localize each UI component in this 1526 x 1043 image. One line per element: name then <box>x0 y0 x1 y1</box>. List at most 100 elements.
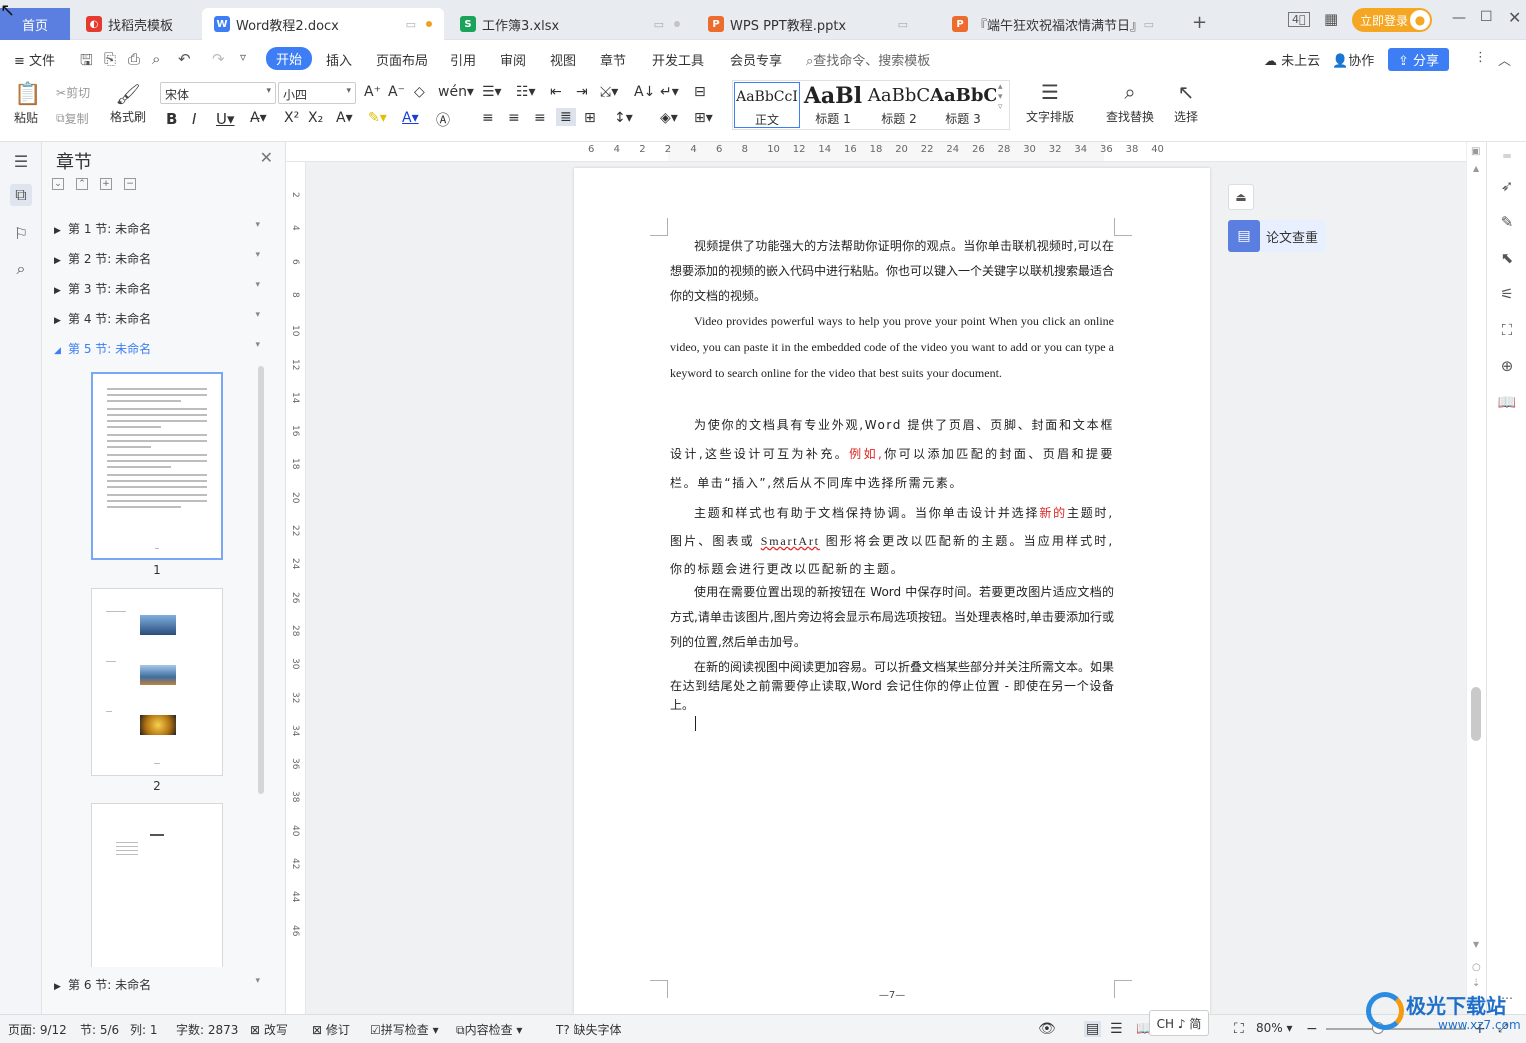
dropdown-icon[interactable]: ▾ <box>255 340 260 350</box>
book-icon[interactable]: 📖 <box>1497 392 1517 412</box>
italic-icon[interactable]: I <box>192 110 196 128</box>
shading-icon[interactable]: ◈▾ <box>660 110 678 126</box>
tab-review[interactable]: 审阅 <box>500 50 526 69</box>
collab-button[interactable]: 👤协作 <box>1332 50 1374 69</box>
ime-indicator[interactable]: CH ♪ 简 <box>1149 1010 1209 1036</box>
screen-icon[interactable]: 4⃞ <box>1288 12 1310 27</box>
line-spacing-icon[interactable]: ↕▾ <box>614 110 633 126</box>
nav-section-1[interactable]: ▶ 第 1 节: 未命名 ▾ <box>54 220 264 237</box>
eye-icon[interactable]: 👁 <box>1038 1021 1056 1037</box>
command-search[interactable]: ⌕查找命令、搜索模板 <box>806 50 930 69</box>
collapse-side-icon[interactable]: ⏏ <box>1228 184 1254 210</box>
bullet-list-icon[interactable]: ☰▾ <box>482 84 502 100</box>
chinese-layout-icon[interactable]: ⤩▾ <box>600 84 618 100</box>
nav-scrollbar[interactable] <box>258 366 264 794</box>
maximize-icon[interactable]: ☐ <box>1480 9 1493 25</box>
find-replace-button[interactable]: ⌕ 查找替换 <box>1106 80 1154 125</box>
tab-developer[interactable]: 开发工具 <box>652 50 704 69</box>
rewrite-toggle[interactable]: ⊠ 改写 <box>250 1021 288 1038</box>
scroll-top-icon[interactable]: ▣ <box>1471 146 1480 157</box>
more-icon[interactable]: ⋮ <box>1474 50 1487 65</box>
close-dot-icon[interactable] <box>674 21 680 27</box>
collapse-all-icon[interactable]: ⌄ <box>52 178 64 190</box>
text-effect-icon[interactable]: A▾ <box>336 110 353 126</box>
paste-button[interactable]: 📋 粘贴 <box>14 82 41 126</box>
remove-section-icon[interactable]: − <box>124 178 136 190</box>
grid-icon[interactable]: ▦ <box>1324 10 1338 28</box>
undo-icon[interactable]: ↶ <box>178 50 191 68</box>
column-indicator[interactable]: 列: 1 <box>130 1021 158 1038</box>
add-section-icon[interactable]: + <box>100 178 112 190</box>
nav-section-4[interactable]: ▶ 第 4 节: 未命名 ▾ <box>54 310 264 327</box>
dropdown-icon[interactable]: ▾ <box>255 250 260 260</box>
minimize-icon[interactable]: — <box>1452 10 1466 26</box>
document-scrollbar[interactable]: ▣ ▲ ▼ ○ ⇣ <box>1466 142 1486 1014</box>
compass-icon[interactable]: ⊕ <box>1497 356 1517 376</box>
style-heading-3[interactable]: AaBbC 标题 3 <box>930 82 996 128</box>
subscript-icon[interactable]: X₂ <box>308 110 323 126</box>
phonetic-icon[interactable]: wén▾ <box>438 84 474 100</box>
spell-check-button[interactable]: ☑拼写检查 ▾ <box>370 1021 439 1038</box>
rocket-icon[interactable]: ➶ <box>1497 176 1517 196</box>
font-family-select[interactable]: 宋体 ▾ <box>160 82 276 104</box>
nav-section-3[interactable]: ▶ 第 3 节: 未命名 ▾ <box>54 280 264 297</box>
content-check-button[interactable]: ⧉内容检查 ▾ <box>456 1021 522 1038</box>
vertical-ruler[interactable]: 2 4 6 8 10 12 14 16 18 20 22 24 26 28 30 32 34 36 38 40 42 44… <box>286 162 306 1014</box>
nav-section-5[interactable]: ◢ 第 5 节: 未命名 ▾ <box>54 340 264 357</box>
monitor-icon[interactable]: ▭ <box>1144 18 1154 31</box>
monitor-icon[interactable]: ▭ <box>898 18 908 31</box>
char-border-icon[interactable]: Ⓐ <box>436 110 450 130</box>
spell-error-text[interactable]: SmartArt <box>761 534 820 548</box>
collapse-ribbon-icon[interactable]: ︿ <box>1498 50 1511 69</box>
monitor-icon[interactable]: ▭ <box>654 18 664 31</box>
tab-insert[interactable]: 插入 <box>326 50 352 69</box>
decrease-indent-icon[interactable]: ⇤ <box>550 84 562 100</box>
preview-icon[interactable]: ⌕ <box>152 50 160 68</box>
align-right-icon[interactable]: ≡ <box>534 110 546 126</box>
file-menu[interactable]: ≡ 文件 <box>14 50 55 69</box>
monitor-icon[interactable]: ▭ <box>406 18 416 31</box>
close-icon[interactable]: ✕ <box>260 148 273 167</box>
page-thumbnail-3[interactable] <box>91 803 223 967</box>
dropdown-icon[interactable]: ▾ <box>255 220 260 230</box>
style-scroll-icon[interactable]: ▴ ▾ ▿ <box>998 82 1003 112</box>
zoom-out-icon[interactable]: − <box>1306 1021 1318 1037</box>
document-page[interactable]: 视频提供了功能强大的方法帮助你证明你的观点。当你单击联机视频时,可以在想要添加的… <box>574 168 1210 1014</box>
tab-ppt-festival[interactable]: P 『端午狂欢祝福浓情满节日』 ▭ <box>940 8 1182 40</box>
tab-excel[interactable]: S 工作簿3.xlsx ▭ <box>448 8 692 40</box>
cloud-status-button[interactable]: ☁ 未上云 <box>1264 50 1320 69</box>
horizontal-ruler[interactable]: 6 4 2 2 4 6 8 10 12 14 16 18 20 22 24 26 28 30 32 34 36 38 40 <box>286 142 1466 162</box>
outline-view-icon[interactable]: ☰ <box>1110 1021 1123 1037</box>
outline-icon[interactable]: ☰ <box>10 150 32 172</box>
font-size-select[interactable]: 小四 ▾ <box>278 82 356 104</box>
highlight-icon[interactable]: ✎▾ <box>368 110 387 126</box>
cut-button[interactable]: ✂ 剪切 <box>56 84 90 101</box>
tab-chapter[interactable]: 章节 <box>600 50 626 69</box>
save-icon[interactable]: 🖫 <box>80 50 93 75</box>
missing-font-button[interactable]: T? 缺失字体 <box>556 1021 622 1038</box>
tab-home-ribbon[interactable]: 开始 <box>266 47 313 70</box>
dropdown-icon[interactable]: ▾ <box>255 310 260 320</box>
paper-check-button[interactable]: ▤ 论文查重 <box>1228 220 1326 252</box>
zoom-select[interactable]: 80% ▾ <box>1256 1021 1293 1035</box>
redo-icon[interactable]: ↷ <box>212 50 225 68</box>
word-count[interactable]: 字数: 2873 <box>176 1021 238 1038</box>
justify-icon[interactable]: ≣ <box>556 108 576 126</box>
close-window-icon[interactable]: ✕ <box>1508 8 1521 27</box>
nav-section-6[interactable]: ▶ 第 6 节: 未命名 ▾ <box>54 976 264 993</box>
page-view-icon[interactable]: ▤ <box>1084 1021 1102 1037</box>
adjust-icon[interactable]: ⚟ <box>1497 284 1517 304</box>
text-layout-button[interactable]: ☰ 文字排版 <box>1026 80 1074 125</box>
copy-button[interactable]: ⧉ 复制 <box>56 110 89 127</box>
revise-toggle[interactable]: ⊠ 修订 <box>312 1021 350 1038</box>
format-painter-button[interactable]: 🖌 格式刷 <box>110 82 146 125</box>
bold-icon[interactable]: B <box>166 110 177 128</box>
nav-section-2[interactable]: ▶ 第 2 节: 未命名 ▾ <box>54 250 264 267</box>
style-heading-2[interactable]: AaBbC 标题 2 <box>866 82 932 128</box>
dropdown-icon[interactable]: ▾ <box>255 976 260 986</box>
numbered-list-icon[interactable]: ☷▾ <box>516 84 536 100</box>
tab-reference[interactable]: 引用 <box>450 50 476 69</box>
dropdown-icon[interactable]: ▾ <box>255 280 260 290</box>
page-thumbnail-2[interactable] <box>91 588 223 776</box>
chapter-nav-icon[interactable]: ⧉ <box>10 184 32 206</box>
